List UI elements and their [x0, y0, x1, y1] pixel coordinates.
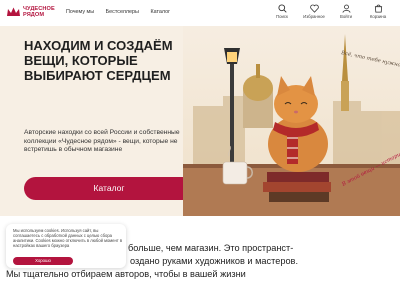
nav-item-catalog[interactable]: Каталог: [150, 9, 170, 15]
search-icon: [277, 4, 287, 13]
cookie-banner: Мы используем cookies. Используя сайт, в…: [6, 224, 126, 268]
hero-title: НАХОДИМ И СОЗДАЁМ ВЕЩИ, КОТОРЫЕ ВЫБИРАЮТ…: [24, 38, 173, 83]
brand-logo[interactable]: ЧУДЕСНОЕ РЯДОМ: [6, 5, 58, 23]
site-header: ЧУДЕСНОЕ РЯДОМ Почему мы Бестселлеры Кат…: [0, 0, 400, 26]
about-line-3: Мы тщательно отбираем авторов, чтобы в в…: [6, 269, 246, 279]
hero-description: Авторские находки со всей России и собст…: [24, 129, 180, 153]
search-label: Поиск: [276, 14, 288, 19]
cart-icon: [374, 4, 382, 13]
main-nav: Почему мы Бестселлеры Каталог: [66, 9, 180, 15]
user-icon: [342, 4, 350, 13]
crown-logo-icon: [7, 7, 20, 16]
brand-name: ЧУДЕСНОЕ РЯДОМ: [23, 6, 55, 18]
cookie-accept-button[interactable]: Хорошо: [13, 257, 73, 265]
hero-banner: НАХОДИМ И СОЗДАЁМ ВЕЩИ, КОТОРЫЕ ВЫБИРАЮТ…: [0, 26, 400, 216]
nav-item-bestsellers[interactable]: Бестселлеры: [106, 9, 139, 15]
cart-button[interactable]: Корзина: [365, 4, 391, 19]
login-label: Войти: [339, 14, 353, 19]
about-line-1: больше, чем магазин. Это пространст-: [128, 243, 294, 253]
catalog-button[interactable]: Каталог: [24, 177, 194, 200]
heart-icon: [309, 4, 319, 13]
favorites-button[interactable]: Избранное: [301, 4, 327, 19]
nav-item-why-us[interactable]: Почему мы: [66, 9, 94, 15]
cart-label: Корзина: [369, 14, 387, 19]
cookie-text: Мы используем cookies. Используя сайт, в…: [13, 228, 123, 249]
favorites-label: Избранное: [303, 14, 325, 19]
book-stack: [263, 172, 331, 202]
hero-illustration: Всё, что тебе нужно, В этой вещи — истор…: [183, 26, 400, 216]
about-line-2: оздано руками художников и мастеров.: [130, 256, 298, 266]
search-button[interactable]: Поиск: [269, 4, 295, 19]
login-button[interactable]: Войти: [333, 4, 359, 19]
